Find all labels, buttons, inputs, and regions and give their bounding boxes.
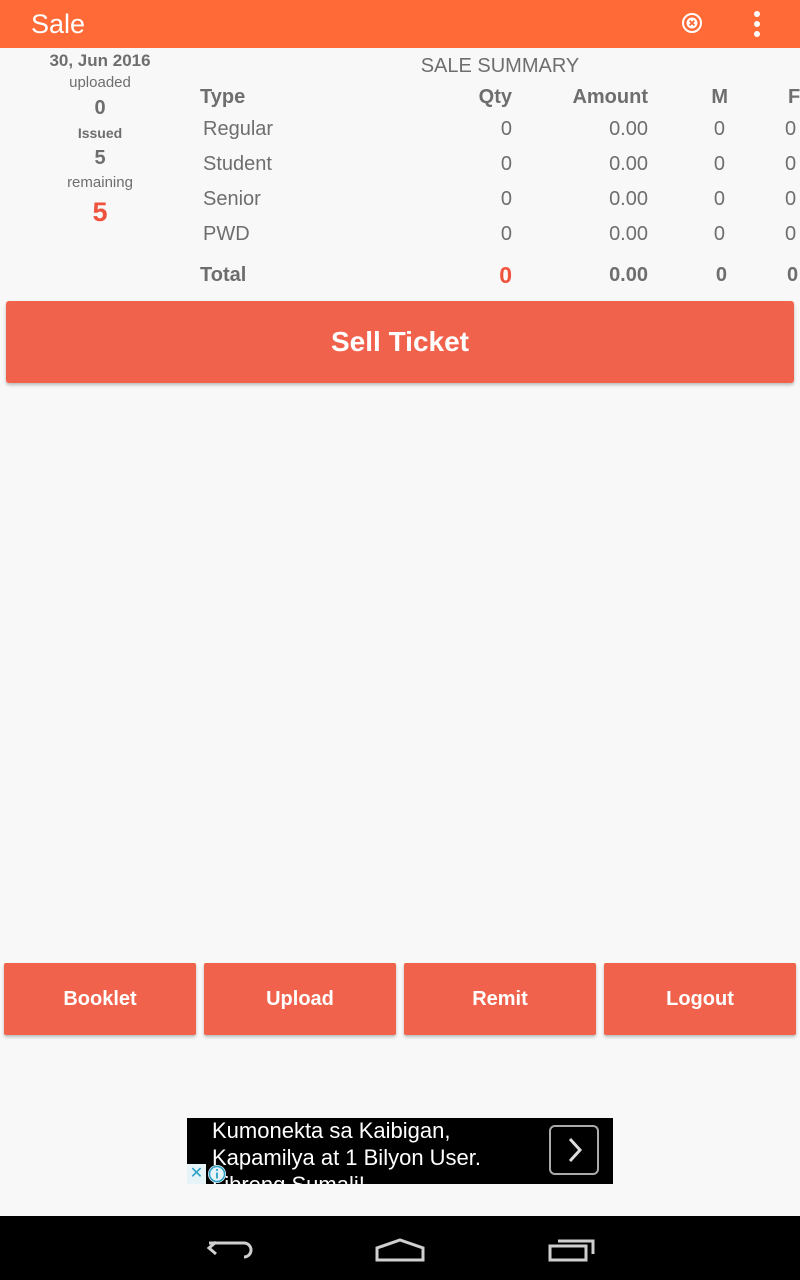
row-type: PWD: [203, 223, 250, 245]
row-m: 0: [713, 188, 725, 210]
issued-value: 5: [94, 147, 106, 169]
upload-button[interactable]: Upload: [204, 963, 396, 1035]
ad-arrow-button[interactable]: [549, 1125, 599, 1175]
row-amount: 0.00: [609, 118, 648, 140]
row-qty: 0: [500, 118, 512, 140]
ad-text-line-1: Kumonekta sa Kaibigan,: [212, 1118, 451, 1143]
clear-circle-icon[interactable]: [681, 12, 703, 34]
ad-text-line-3: Libreng Sumali!: [212, 1172, 365, 1184]
ad-banner[interactable]: Kumonekta sa Kaibigan, Kapamilya at 1 Bi…: [187, 1118, 613, 1184]
recent-apps-icon[interactable]: [548, 1236, 596, 1262]
booklet-date: 30, Jun 2016: [49, 51, 151, 70]
sell-ticket-button[interactable]: Sell Ticket: [6, 301, 794, 383]
total-qty: 0: [499, 262, 512, 288]
header-type: Type: [200, 86, 246, 108]
back-icon[interactable]: [206, 1236, 254, 1262]
issued-label: Issued: [77, 125, 123, 141]
row-f: 0: [785, 118, 797, 140]
uploaded-value: 0: [94, 97, 106, 119]
ad-info-icon[interactable]: [208, 1165, 226, 1183]
row-type: Regular: [203, 118, 274, 140]
row-type: Senior: [203, 188, 261, 210]
ticket-stats: 30, Jun 2016 uploaded 0 Issued 5 remaini…: [0, 50, 200, 230]
row-qty: 0: [500, 188, 512, 210]
remaining-label: remaining: [67, 174, 133, 191]
app-bar: Sale: [0, 0, 800, 48]
system-navigation-bar: [0, 1216, 800, 1280]
sale-summary-title: SALE SUMMARY: [420, 55, 580, 77]
header-f: F: [788, 86, 800, 108]
row-f: 0: [785, 188, 797, 210]
row-f: 0: [785, 223, 797, 245]
row-amount: 0.00: [609, 223, 648, 245]
remit-button[interactable]: Remit: [404, 963, 596, 1035]
page-title: Sale: [31, 9, 86, 39]
header-qty: Qty: [478, 86, 512, 108]
row-type: Student: [203, 153, 272, 175]
header-amount: Amount: [572, 86, 648, 108]
home-icon[interactable]: [374, 1238, 426, 1262]
row-qty: 0: [500, 223, 512, 245]
header-m: M: [711, 86, 728, 108]
row-amount: 0.00: [609, 153, 648, 175]
row-amount: 0.00: [609, 188, 648, 210]
row-f: 0: [785, 153, 797, 175]
row-m: 0: [713, 118, 725, 140]
chevron-right-icon: [568, 1137, 583, 1163]
total-m: 0: [715, 264, 727, 286]
total-label: Total: [200, 264, 247, 286]
uploaded-label: uploaded: [69, 74, 131, 91]
total-amount: 0.00: [609, 264, 648, 286]
row-qty: 0: [500, 153, 512, 175]
overflow-menu-icon[interactable]: [745, 10, 769, 38]
row-m: 0: [713, 153, 725, 175]
ad-text-line-2: Kapamilya at 1 Bilyon User.: [212, 1145, 482, 1170]
row-m: 0: [713, 223, 725, 245]
logout-button[interactable]: Logout: [604, 963, 796, 1035]
ad-close-icon[interactable]: ✕: [187, 1164, 206, 1184]
total-f: 0: [787, 264, 799, 286]
remaining-value: 5: [92, 197, 108, 227]
booklet-button[interactable]: Booklet: [4, 963, 196, 1035]
